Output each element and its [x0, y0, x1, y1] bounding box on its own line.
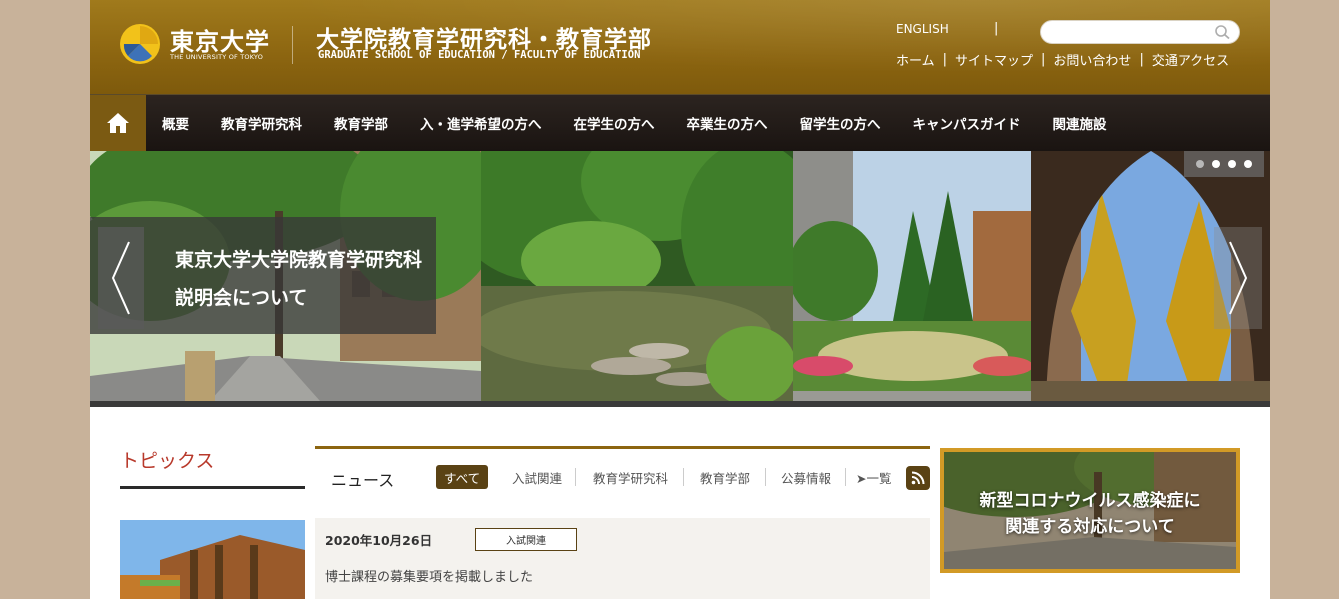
nav-item-overview[interactable]: 概要 — [146, 113, 205, 133]
separator: | — [994, 21, 999, 36]
utility-nav: ホーム | サイトマップ | お問い合わせ | 交通アクセス — [896, 50, 1229, 69]
news-category-badge: 入試関連 — [475, 528, 577, 551]
page: 東京大学 THE UNIVERSITY OF TOKYO 大学院教育学研究科・教… — [90, 0, 1270, 599]
util-link-sitemap[interactable]: サイトマップ — [955, 50, 1033, 69]
covid-banner-line1: 新型コロナウイルス感染症に — [979, 491, 1201, 511]
university-name-en: THE UNIVERSITY OF TOKYO — [170, 53, 264, 61]
util-link-home[interactable]: ホーム — [896, 50, 935, 69]
slider-dot[interactable] — [1196, 160, 1204, 168]
main-nav: 概要 教育学研究科 教育学部 入・進学希望の方へ 在学生の方へ 卒業生の方へ 留… — [90, 94, 1270, 151]
site-header: 東京大学 THE UNIVERSITY OF TOKYO 大学院教育学研究科・教… — [90, 0, 1270, 94]
covid-banner-text: 新型コロナウイルス感染症に 関連する対応について — [944, 488, 1236, 540]
separator: | — [942, 51, 948, 67]
news-tab-recruitment[interactable]: 公募情報 — [781, 465, 831, 489]
covid-banner[interactable]: 新型コロナウイルス感染症に 関連する対応について — [940, 448, 1240, 573]
home-icon — [107, 113, 129, 133]
slide-image-pond — [481, 151, 793, 401]
news-header: ニュース すべて 入試関連 教育学研究科 教育学部 公募情報 ➤一覧 — [315, 449, 930, 504]
home-button[interactable] — [90, 95, 146, 151]
slide-caption[interactable]: 東京大学大学院教育学研究科 説明会について — [175, 241, 422, 317]
nav-item-facilities[interactable]: 関連施設 — [1037, 113, 1123, 133]
news-link[interactable]: 博士課程の募集要項を掲載しました — [325, 566, 533, 585]
topics-divider — [120, 486, 305, 489]
chevron-right-icon — [1229, 241, 1248, 315]
separator: | — [1041, 51, 1046, 67]
topic-thumbnail[interactable] — [120, 520, 305, 599]
nav-item-current-students[interactable]: 在学生の方へ — [558, 113, 671, 133]
covid-banner-line2: 関連する対応について — [1005, 517, 1175, 537]
tab-divider — [683, 468, 684, 486]
util-link-access[interactable]: 交通アクセス — [1152, 50, 1229, 69]
tab-divider — [575, 468, 576, 486]
university-logo[interactable] — [118, 22, 162, 66]
nav-item-faculty[interactable]: 教育学部 — [318, 113, 404, 133]
news-item[interactable]: 2020年10月26日 入試関連 博士課程の募集要項を掲載しました — [315, 518, 930, 599]
rss-icon — [911, 471, 925, 485]
tab-divider — [765, 468, 766, 486]
slide-caption-line1: 東京大学大学院教育学研究科 — [175, 249, 423, 271]
school-name-en: GRADUATE SCHOOL OF EDUCATION / FACULTY O… — [318, 49, 641, 61]
news-section: ニュース すべて 入試関連 教育学研究科 教育学部 公募情報 ➤一覧 2020年… — [315, 446, 930, 599]
slider-bottom-bar — [90, 401, 1270, 407]
nav-item-alumni[interactable]: 卒業生の方へ — [671, 113, 784, 133]
search-input[interactable] — [1040, 20, 1240, 44]
hero-slider: 東京大学大学院教育学研究科 説明会について — [90, 151, 1270, 401]
nav-item-campus-guide[interactable]: キャンパスガイド — [897, 113, 1037, 133]
util-link-contact[interactable]: お問い合わせ — [1053, 50, 1131, 69]
nav-item-admissions[interactable]: 入・進学希望の方へ — [404, 113, 558, 133]
rss-button[interactable] — [906, 466, 930, 490]
news-tab-all[interactable]: すべて — [436, 465, 489, 489]
slider-dot[interactable] — [1228, 160, 1236, 168]
separator: | — [1139, 51, 1144, 67]
university-name-jp[interactable]: 東京大学 — [170, 22, 270, 57]
search-icon[interactable] — [1214, 24, 1232, 40]
slider-dot[interactable] — [1212, 160, 1220, 168]
news-tab-admissions[interactable]: 入試関連 — [512, 465, 562, 489]
slider-pagination — [1184, 151, 1264, 177]
header-divider — [292, 26, 293, 64]
nav-item-international[interactable]: 留学生の方へ — [784, 113, 897, 133]
news-list-link[interactable]: ➤一覧 — [856, 465, 891, 489]
slider-dot[interactable] — [1244, 160, 1252, 168]
news-heading: ニュース — [331, 471, 395, 490]
tab-divider — [845, 468, 846, 486]
slider-next-button[interactable] — [1214, 227, 1262, 329]
english-link[interactable]: ENGLISH — [896, 22, 949, 36]
nav-item-graduate-school[interactable]: 教育学研究科 — [205, 113, 318, 133]
chevron-left-icon — [111, 241, 130, 315]
news-tab-graduate-school[interactable]: 教育学研究科 — [593, 465, 668, 489]
slider-prev-button[interactable] — [98, 227, 144, 329]
news-date: 2020年10月26日 — [325, 533, 433, 548]
slide-image-lawn — [793, 151, 1031, 401]
news-tab-faculty[interactable]: 教育学部 — [700, 465, 750, 489]
topics-heading: トピックス — [120, 450, 215, 472]
slide-caption-line2: 説明会について — [175, 287, 308, 309]
